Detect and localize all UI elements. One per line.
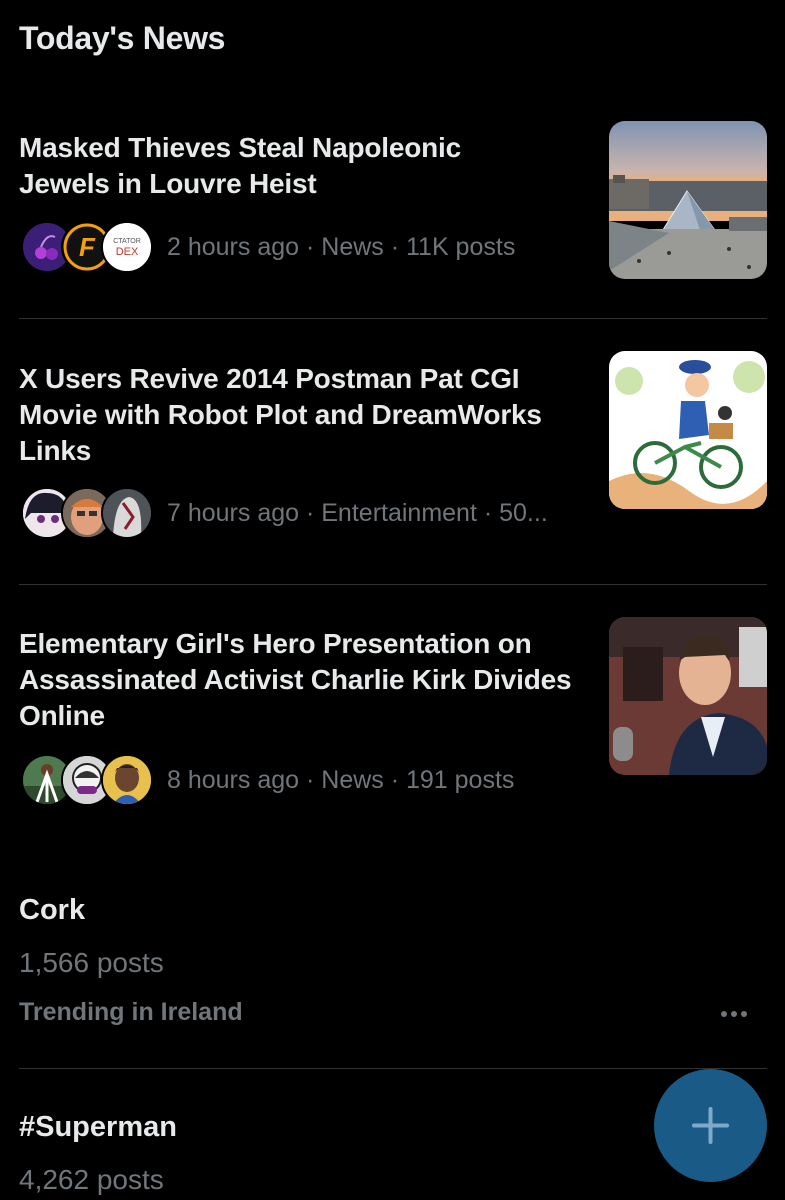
news-thumbnail	[609, 351, 767, 509]
news-item[interactable]: X Users Revive 2014 Postman Pat CGI Movi…	[0, 319, 785, 584]
avatar-logo-letter: F	[79, 232, 96, 262]
trend-post-count: 1,566 posts	[19, 947, 164, 978]
plus-icon	[692, 1107, 729, 1144]
avatar-group	[21, 487, 153, 539]
trend-name[interactable]: #Superman	[19, 1111, 177, 1144]
avatar-group	[21, 754, 153, 806]
news-item[interactable]: Elementary Girl's Hero Presentation on A…	[0, 585, 785, 835]
news-item[interactable]: Masked Thieves Steal Napoleonic Jewels i…	[0, 0, 785, 318]
news-meta: 7 hours ago · Entertainment · 50...	[167, 499, 548, 527]
trend-context: Trending in Ireland	[19, 998, 243, 1026]
avatar	[101, 487, 153, 539]
news-headline[interactable]: Elementary Girl's Hero Presentation on A…	[19, 626, 589, 734]
news-headline[interactable]: Masked Thieves Steal Napoleonic Jewels i…	[19, 130, 539, 202]
svg-text:CTATOR: CTATOR	[113, 238, 141, 245]
meta-row: F CTATOR DEX 2 hours ago · News · 11K po…	[21, 221, 581, 273]
avatar	[101, 754, 153, 806]
news-meta: 2 hours ago · News · 11K posts	[167, 233, 516, 261]
meta-row: 7 hours ago · Entertainment · 50...	[21, 487, 581, 539]
avatar-group: F CTATOR DEX	[21, 221, 153, 273]
compose-fab-button[interactable]	[654, 1069, 767, 1182]
news-thumbnail	[609, 121, 767, 279]
trend-post-count: 4,262 posts	[19, 1164, 164, 1195]
more-horizontal-icon[interactable]	[716, 1004, 752, 1024]
news-thumbnail	[609, 617, 767, 775]
news-meta: 8 hours ago · News · 191 posts	[167, 766, 515, 794]
meta-row: 8 hours ago · News · 191 posts	[21, 754, 581, 806]
trend-name[interactable]: Cork	[19, 894, 85, 927]
svg-text:DEX: DEX	[116, 246, 139, 258]
news-headline[interactable]: X Users Revive 2014 Postman Pat CGI Movi…	[19, 361, 589, 469]
trend-item[interactable]: Cork 1,566 posts Trending in Ireland	[0, 868, 785, 1068]
avatar: CTATOR DEX	[101, 221, 153, 273]
